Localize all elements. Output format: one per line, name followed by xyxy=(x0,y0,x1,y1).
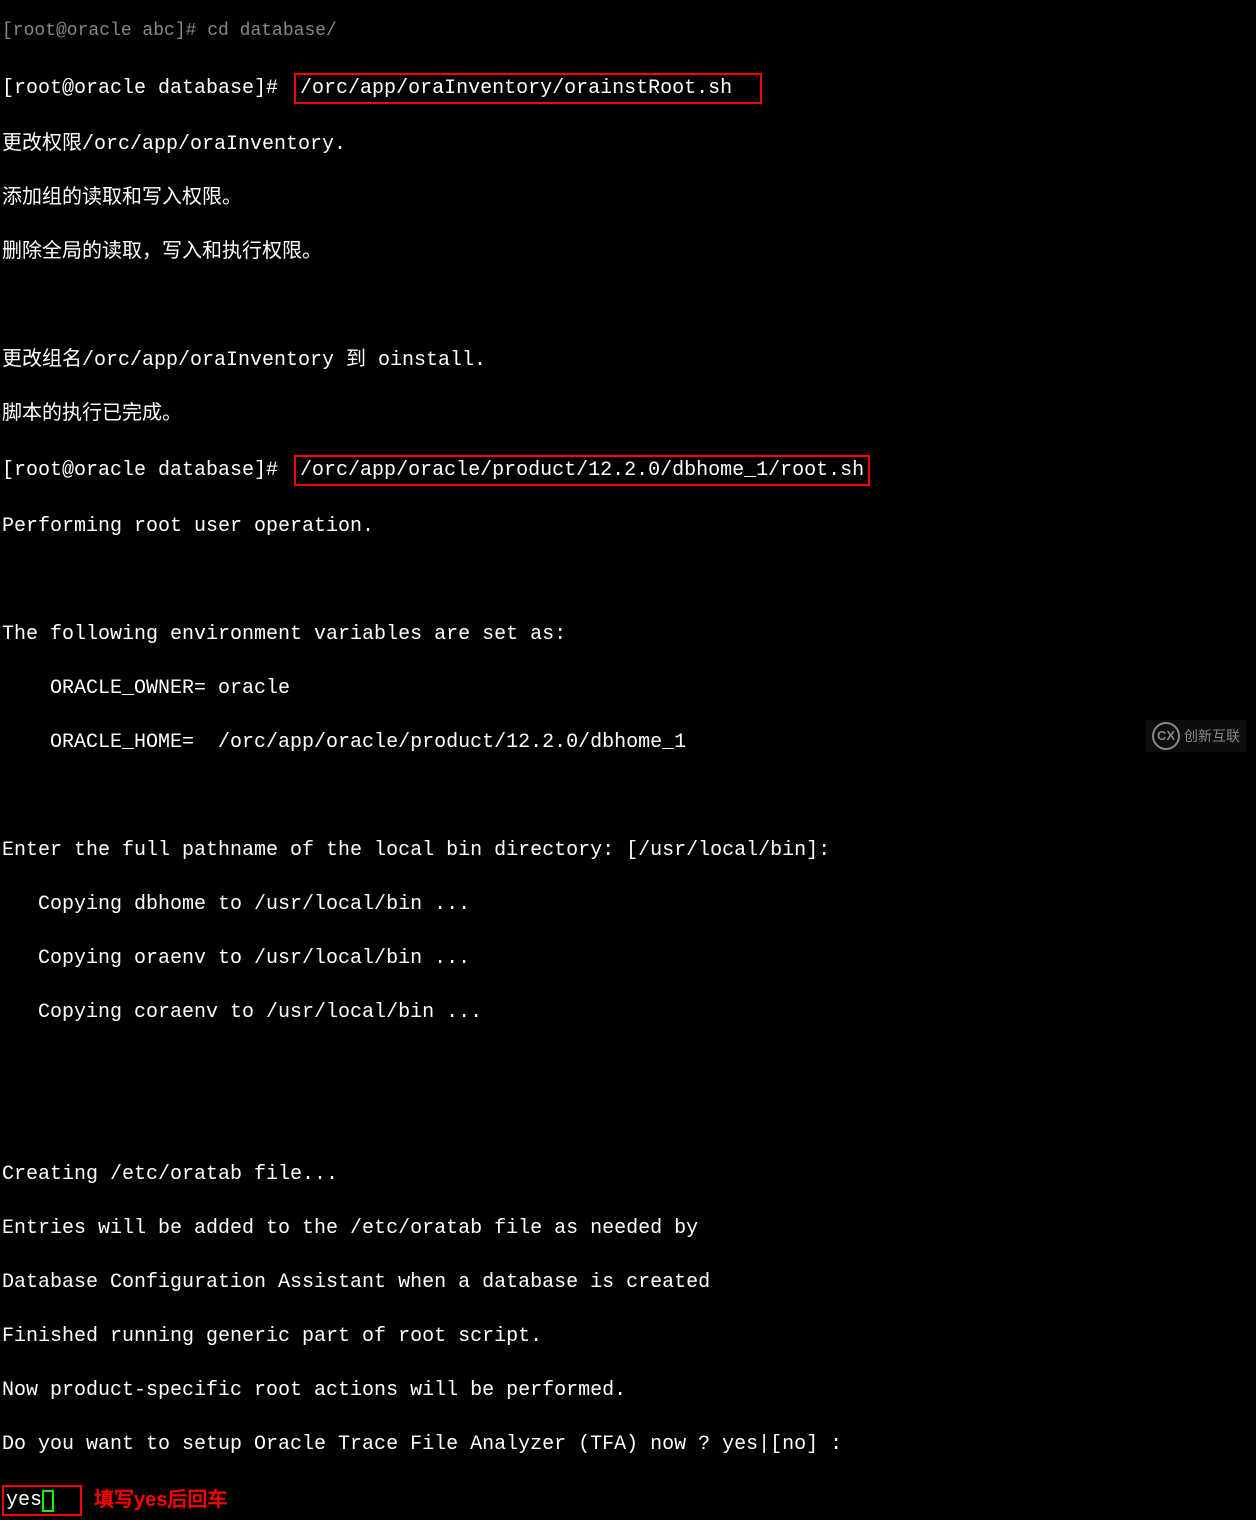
output-line: Do you want to setup Oracle Trace File A… xyxy=(2,1431,1256,1458)
output-blank xyxy=(2,783,1256,810)
output-line: Copying dbhome to /usr/local/bin ... xyxy=(2,891,1256,918)
input-highlight-yes: yes xyxy=(2,1485,82,1516)
output-line: Finished running generic part of root sc… xyxy=(2,1323,1256,1350)
terminal-cursor xyxy=(42,1490,54,1512)
prompt-line-1: [root@oracle database]# /orc/app/oraInve… xyxy=(2,73,1256,104)
output-line: 删除全局的读取，写入和执行权限。 xyxy=(2,239,1256,266)
output-line: Enter the full pathname of the local bin… xyxy=(2,837,1256,864)
output-blank xyxy=(2,1053,1256,1080)
output-line: Database Configuration Assistant when a … xyxy=(2,1269,1256,1296)
output-line: Now product-specific root actions will b… xyxy=(2,1377,1256,1404)
shell-prompt: [root@oracle database]# xyxy=(2,77,290,100)
output-line: 更改权限/orc/app/oraInventory. xyxy=(2,131,1256,158)
input-row: yes 填写yes后回车 xyxy=(2,1485,1256,1516)
annotation-note: 填写yes后回车 xyxy=(94,1487,227,1514)
output-line: Copying coraenv to /usr/local/bin ... xyxy=(2,999,1256,1026)
output-line: Performing root user operation. xyxy=(2,513,1256,540)
output-line: ORACLE_HOME= /orc/app/oracle/product/12.… xyxy=(2,729,1256,756)
output-line: 更改组名/orc/app/oraInventory 到 oinstall. xyxy=(2,347,1256,374)
output-blank xyxy=(2,293,1256,320)
prompt-line-2: [root@oracle database]# /orc/app/oracle/… xyxy=(2,455,1256,486)
output-line: Entries will be added to the /etc/oratab… xyxy=(2,1215,1256,1242)
partial-prev-line: [root@oracle abc]# cd database/ xyxy=(2,19,1256,46)
output-line: 添加组的读取和写入权限。 xyxy=(2,185,1256,212)
user-input-yes[interactable]: yes xyxy=(6,1489,42,1512)
watermark-text: 创新互联 xyxy=(1184,727,1240,746)
output-blank xyxy=(2,1107,1256,1134)
output-line: Copying oraenv to /usr/local/bin ... xyxy=(2,945,1256,972)
command-highlight-2: /orc/app/oracle/product/12.2.0/dbhome_1/… xyxy=(294,455,870,486)
command-highlight-1: /orc/app/oraInventory/orainstRoot.sh xyxy=(294,73,762,104)
output-blank xyxy=(2,567,1256,594)
output-line: The following environment variables are … xyxy=(2,621,1256,648)
output-line: ORACLE_OWNER= oracle xyxy=(2,675,1256,702)
output-line: Creating /etc/oratab file... xyxy=(2,1161,1256,1188)
shell-prompt: [root@oracle database]# xyxy=(2,459,290,482)
terminal-output[interactable]: [root@oracle abc]# cd database/ [root@or… xyxy=(0,0,1256,1520)
watermark: CX 创新互联 xyxy=(1146,720,1246,752)
watermark-logo-icon: CX xyxy=(1152,722,1180,750)
output-line: 脚本的执行已完成。 xyxy=(2,401,1256,428)
